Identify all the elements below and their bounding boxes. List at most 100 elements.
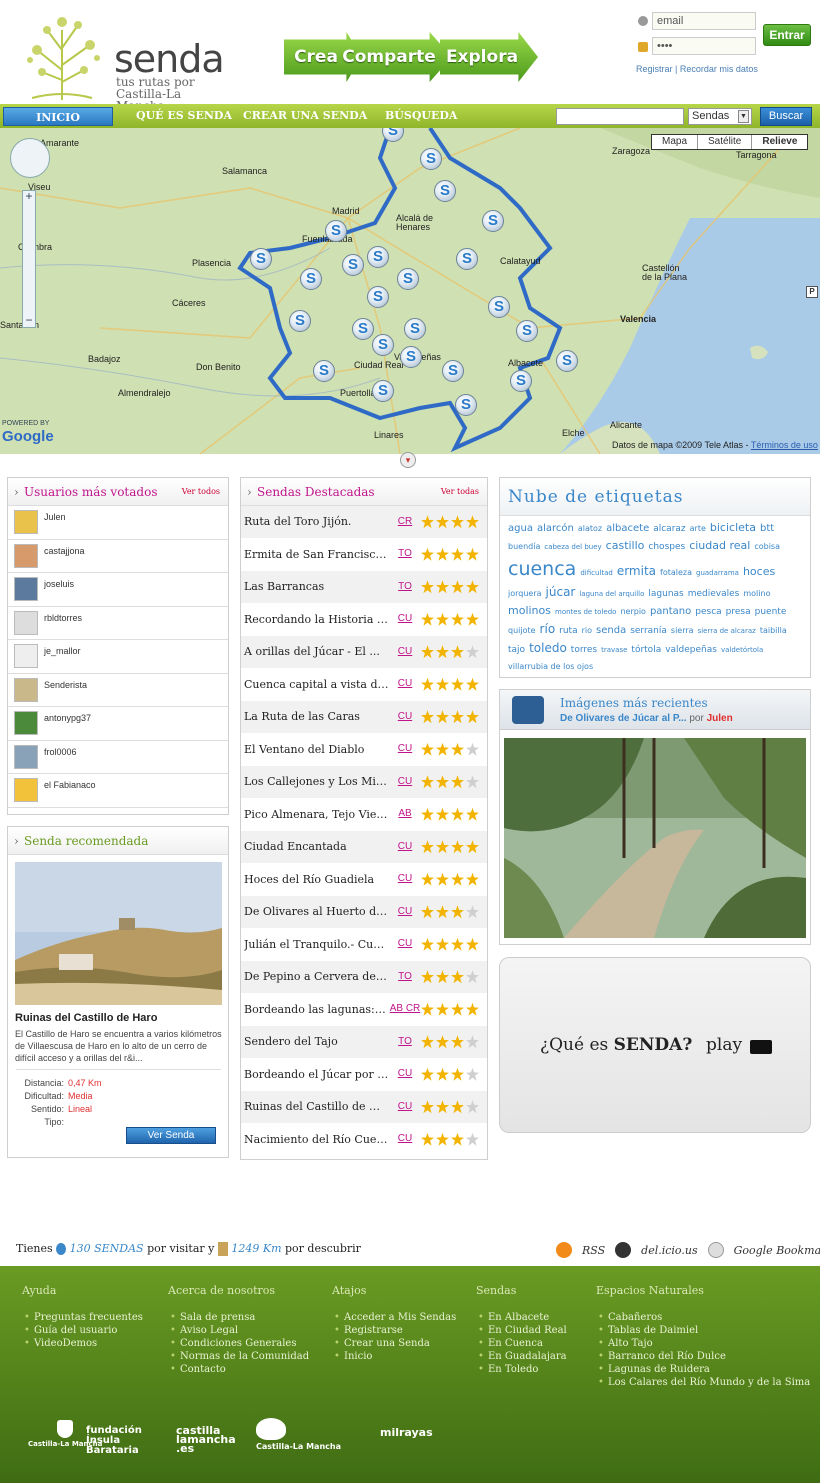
- featured-route-row[interactable]: Ruta del Toro Jijón. CR: [241, 506, 487, 539]
- tag-link[interactable]: tórtola: [631, 644, 661, 657]
- route-marker[interactable]: S: [510, 370, 532, 392]
- user-row[interactable]: castajjona: [8, 540, 228, 573]
- footer-link[interactable]: Condiciones Generales: [168, 1337, 309, 1350]
- user-name[interactable]: Senderista: [44, 680, 87, 690]
- featured-route-row[interactable]: Las Barrancas TO: [241, 571, 487, 604]
- tag-link[interactable]: cobisa: [754, 541, 780, 552]
- tag-link[interactable]: agua: [508, 522, 533, 536]
- featured-route-row[interactable]: Nacimiento del Río Cuervo CU: [241, 1124, 487, 1156]
- route-province[interactable]: CU: [389, 744, 421, 754]
- route-name[interactable]: El Ventano del Diablo: [244, 743, 389, 756]
- zoom-slider[interactable]: [22, 190, 36, 328]
- featured-route-row[interactable]: De Pepino a Cervera de lo... TO: [241, 961, 487, 994]
- footer-link[interactable]: Registrarse: [332, 1324, 456, 1337]
- route-marker[interactable]: S: [400, 346, 422, 368]
- tag-link[interactable]: hoces: [743, 564, 775, 579]
- route-marker[interactable]: S: [456, 248, 478, 270]
- user-row[interactable]: el Fabianaco: [8, 774, 228, 808]
- tag-link[interactable]: toledo: [529, 640, 567, 657]
- featured-route-row[interactable]: El Ventano del Diablo CU: [241, 734, 487, 766]
- tag-link[interactable]: serranía: [630, 625, 667, 638]
- google-bookmarks-link[interactable]: Google Bookmarks: [734, 1244, 820, 1257]
- tag-link[interactable]: rio: [582, 625, 592, 636]
- route-name[interactable]: Bordeando las lagunas: de...: [244, 1003, 389, 1016]
- route-province[interactable]: TO: [389, 549, 421, 559]
- footer-link[interactable]: Sala de prensa: [168, 1311, 309, 1324]
- user-row[interactable]: antonypg37: [8, 707, 228, 741]
- route-name[interactable]: Cuenca capital a vista de...: [244, 678, 389, 691]
- tag-link[interactable]: laguna del arquillo: [579, 590, 644, 600]
- tag-link[interactable]: albacete: [606, 522, 649, 536]
- search-type-select[interactable]: Sendas ▼: [688, 108, 752, 125]
- footer-link[interactable]: VideoDemos: [22, 1337, 143, 1350]
- nav-que-es-senda[interactable]: QUÉ ES SENDA: [136, 104, 232, 128]
- tag-link[interactable]: quijote: [508, 625, 536, 636]
- footer-link[interactable]: Normas de la Comunidad: [168, 1350, 309, 1363]
- login-button[interactable]: Entrar: [763, 24, 811, 46]
- tag-link[interactable]: fotaleza: [660, 567, 692, 578]
- user-name[interactable]: je_mallor: [44, 646, 81, 656]
- tab-satelite[interactable]: Satélite: [698, 135, 753, 149]
- clm-hands-logo[interactable]: Castilla-La Mancha: [256, 1418, 341, 1451]
- avatar[interactable]: [14, 510, 38, 535]
- tag-link[interactable]: ruta: [559, 625, 577, 638]
- map-expand-icon[interactable]: P: [806, 286, 818, 298]
- route-province[interactable]: TO: [389, 1036, 421, 1047]
- user-name[interactable]: joseluis: [44, 579, 74, 589]
- user-name[interactable]: el Fabianaco: [44, 780, 96, 790]
- route-province[interactable]: AB: [389, 809, 421, 819]
- route-name[interactable]: Hoces del Río Guadiela: [244, 873, 389, 886]
- rss-link[interactable]: RSS: [582, 1244, 605, 1257]
- user-name[interactable]: castajjona: [44, 546, 85, 556]
- pan-control[interactable]: [10, 138, 50, 178]
- tag-link[interactable]: travase: [601, 646, 627, 656]
- footer-link[interactable]: Crear una Senda: [332, 1337, 456, 1350]
- footer-link[interactable]: Los Calares del Río Mundo y de la Sima: [596, 1376, 810, 1389]
- tag-link[interactable]: taibilla: [760, 625, 787, 636]
- featured-route-row[interactable]: A orillas del Júcar - El ... CU: [241, 636, 487, 669]
- route-province[interactable]: CU: [389, 939, 421, 949]
- comparte-arrow[interactable]: Comparte: [340, 32, 452, 82]
- route-name[interactable]: Pico Almenara, Tejo Viejo...: [244, 808, 389, 821]
- tag-link[interactable]: ermita: [617, 563, 656, 580]
- footer-link[interactable]: Acceder a Mis Sendas: [332, 1311, 456, 1324]
- route-name[interactable]: Los Callejones y Los Mira...: [244, 775, 389, 788]
- route-province[interactable]: CU: [389, 776, 421, 787]
- route-map[interactable]: Calatayud Amarante Salamanca Zaragoza Ta…: [0, 128, 820, 454]
- footer-link[interactable]: Cabañeros: [596, 1311, 810, 1324]
- footer-link[interactable]: Inicio: [332, 1350, 456, 1363]
- route-name[interactable]: Ciudad Encantada: [244, 840, 389, 853]
- avatar[interactable]: [14, 711, 38, 736]
- recent-photo[interactable]: [504, 738, 806, 938]
- tag-link[interactable]: villarrubia de los ojos: [508, 661, 593, 672]
- route-marker[interactable]: S: [372, 380, 394, 402]
- route-marker[interactable]: S: [367, 286, 389, 308]
- route-marker[interactable]: S: [420, 148, 442, 170]
- featured-route-row[interactable]: Bordeando el Júcar por Al... CU: [241, 1059, 487, 1091]
- route-marker[interactable]: S: [482, 210, 504, 232]
- featured-route-row[interactable]: Bordeando las lagunas: de... AB CR: [241, 994, 487, 1026]
- route-province[interactable]: TO: [389, 581, 421, 592]
- featured-route-row[interactable]: Ruinas del Castillo de Ha... CU: [241, 1091, 487, 1124]
- route-name[interactable]: Sendero del Tajo: [244, 1035, 389, 1048]
- tag-link[interactable]: senda: [596, 624, 626, 638]
- route-name[interactable]: Recordando la Historia de...: [244, 613, 389, 626]
- ver-todos-link[interactable]: Ver todos: [182, 478, 220, 506]
- route-marker[interactable]: S: [250, 248, 272, 270]
- footer-link[interactable]: En Albacete: [476, 1311, 567, 1324]
- user-row[interactable]: je_mallor: [8, 640, 228, 674]
- ver-todas-link[interactable]: Ver todas: [441, 478, 479, 506]
- route-marker[interactable]: S: [397, 268, 419, 290]
- tag-link[interactable]: alatoz: [578, 523, 602, 534]
- nav-inicio[interactable]: INICIO: [3, 107, 113, 126]
- tab-relieve[interactable]: Relieve: [752, 135, 808, 149]
- tag-link[interactable]: presa: [726, 606, 751, 619]
- tag-link[interactable]: chospes: [648, 541, 685, 554]
- avatar[interactable]: [14, 577, 38, 602]
- route-province[interactable]: CU: [389, 711, 421, 722]
- route-name[interactable]: Ruinas del Castillo de Ha...: [244, 1100, 389, 1113]
- tag-link[interactable]: montes de toledo: [555, 608, 616, 618]
- route-name[interactable]: De Pepino a Cervera de lo...: [244, 970, 389, 983]
- footer-link[interactable]: En Toledo: [476, 1363, 567, 1376]
- tag-link[interactable]: dificultad: [580, 569, 613, 579]
